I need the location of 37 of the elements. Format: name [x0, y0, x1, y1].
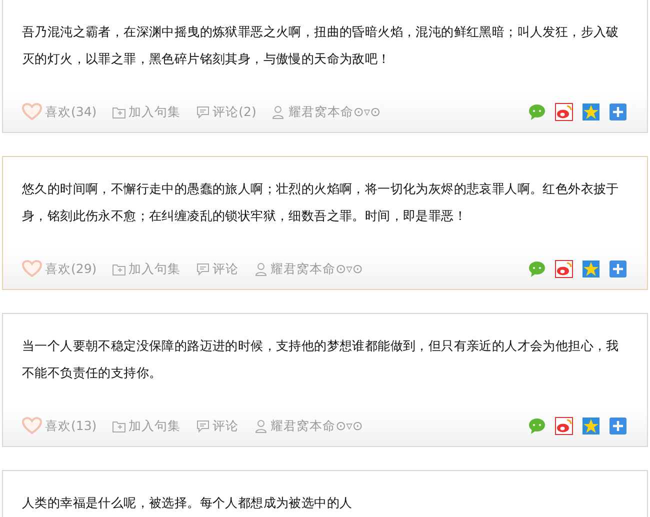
plus-icon[interactable] — [609, 103, 627, 121]
collect-link[interactable]: 加入句集 — [112, 104, 181, 120]
person-icon — [271, 105, 286, 119]
star-icon[interactable] — [582, 260, 600, 278]
author-link[interactable]: 耀君窝本命⊙▿⊙ — [254, 418, 363, 434]
like-link[interactable]: 喜欢(29) — [22, 260, 97, 278]
like-link[interactable]: 喜欢(13) — [22, 417, 97, 435]
post-text: 当一个人要朝不稳定没保障的路迈进的时候，支持他的梦想谁都能做到，但只有亲近的人才会为他担心，我不能不负责任的支持你。 — [21, 337, 620, 382]
person-icon — [254, 262, 268, 276]
comment-link[interactable]: 评论(2) — [196, 104, 256, 120]
collect-link[interactable]: 加入句集 — [112, 418, 181, 434]
heart-icon — [22, 260, 42, 278]
folder-icon — [112, 262, 126, 276]
heart-icon — [22, 417, 42, 435]
like-link[interactable]: 喜欢(34) — [22, 103, 97, 121]
plus-icon[interactable] — [609, 417, 627, 435]
author-link[interactable]: 耀君窝本命⊙▿⊙ — [271, 104, 381, 120]
person-icon — [254, 419, 268, 433]
chat-bubble-icon[interactable] — [528, 417, 546, 435]
comment-link[interactable]: 评论 — [196, 418, 239, 434]
folder-icon — [112, 105, 126, 119]
speech-bubble-icon — [196, 262, 210, 276]
star-icon[interactable] — [582, 103, 600, 121]
collect-link[interactable]: 加入句集 — [112, 260, 181, 278]
heart-icon — [22, 103, 42, 121]
post-text: 吾乃混沌之霸者，在深渊中摇曳的炼狱罪恶之火啊，扭曲的昏暗火焰，混沌的鲜红黑暗；叫人发狂，步入破灭的灯火，以罪之罪，黑色碎片铭刻其身，与傲慢的天命为敌吧！ — [21, 23, 620, 68]
author-link[interactable]: 耀君窝本命⊙▿⊙ — [254, 260, 363, 278]
star-icon[interactable] — [582, 417, 600, 435]
post-text: 悠久的时间啊，不懈行走中的愚蠢的旅人啊；壮烈的火焰啊，将一切化为灰烬的悲哀罪人啊。红色外衣披于身，铭刻此伤永不愈；在纠缠凌乱的锁状牢狱，细数吾之罪。时间，即是罪恶！ — [21, 180, 620, 225]
speech-bubble-icon — [196, 419, 210, 433]
plus-icon[interactable] — [609, 260, 627, 278]
chat-bubble-icon[interactable] — [528, 103, 546, 121]
folder-icon — [112, 419, 126, 433]
speech-bubble-icon — [196, 105, 210, 119]
comment-link[interactable]: 评论 — [196, 260, 239, 278]
chat-bubble-icon[interactable] — [528, 260, 546, 278]
post-text: 人类的幸福是什么呢，被选择。每个人都想成为被选中的人 — [21, 494, 354, 512]
